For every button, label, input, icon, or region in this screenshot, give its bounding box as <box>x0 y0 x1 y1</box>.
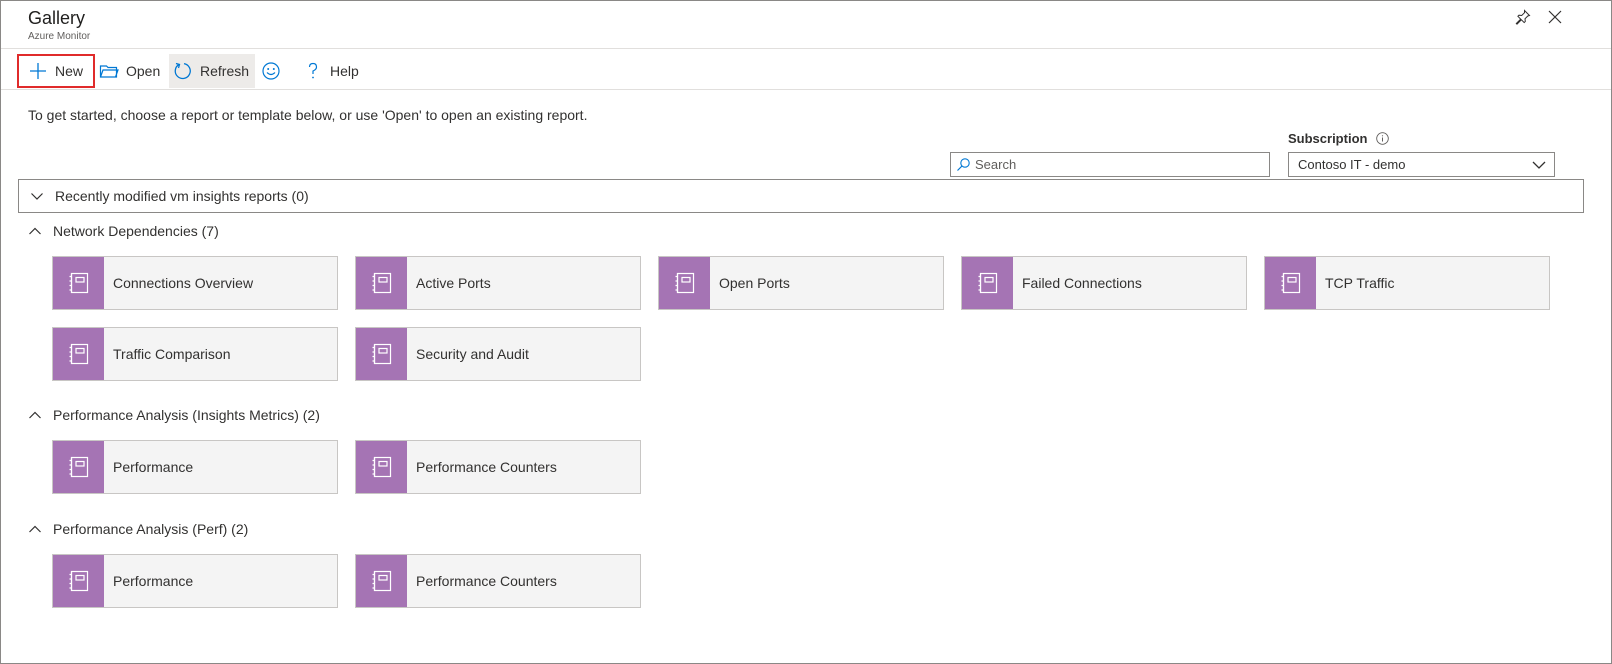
tile-open-ports[interactable]: Open Ports <box>658 256 944 310</box>
open-label: Open <box>126 63 161 79</box>
workbook-icon <box>356 257 407 309</box>
workbook-icon <box>962 257 1013 309</box>
tile-label: Traffic Comparison <box>113 346 231 362</box>
subscription-label: Subscription <box>1288 131 1390 146</box>
tile-label: Performance Counters <box>416 573 557 589</box>
workbook-icon <box>53 328 104 380</box>
chevron-up-icon <box>29 227 41 235</box>
chevron-up-icon <box>29 525 41 533</box>
blade-header: Gallery Azure Monitor <box>1 1 1611 49</box>
workbook-icon <box>1265 257 1316 309</box>
tile-label: Active Ports <box>416 275 491 291</box>
open-button[interactable]: Open <box>99 54 160 88</box>
page-title: Gallery <box>28 8 86 28</box>
smiley-icon <box>261 61 281 81</box>
recent-reports-label: Recently modified vm insights reports (0… <box>55 188 309 204</box>
section-title: Performance Analysis (Perf) (2) <box>53 521 249 537</box>
tile-performance-counters[interactable]: Performance Counters <box>355 554 641 608</box>
subscription-value: Contoso IT - demo <box>1298 157 1406 172</box>
tile-label: TCP Traffic <box>1325 275 1395 291</box>
command-bar: New Open Refresh Help <box>1 50 1611 90</box>
intro-text: To get started, choose a report or templ… <box>28 107 588 123</box>
tile-performance[interactable]: Performance <box>52 554 338 608</box>
chevron-down-icon <box>1532 161 1546 169</box>
refresh-icon <box>173 61 193 81</box>
tile-label: Connections Overview <box>113 275 254 291</box>
section-title: Network Dependencies (7) <box>53 223 219 239</box>
tile-label: Security and Audit <box>416 346 529 362</box>
folder-open-icon <box>99 61 119 81</box>
workbook-icon <box>53 257 104 309</box>
subscription-select[interactable]: Contoso IT - demo <box>1288 152 1555 177</box>
gallery-blade: Gallery Azure Monitor New Open Refresh H… <box>0 0 1612 664</box>
tile-active-ports[interactable]: Active Ports <box>355 256 641 310</box>
search-box[interactable] <box>950 152 1270 177</box>
section-header-performance-insights-metrics[interactable]: Performance Analysis (Insights Metrics) … <box>28 407 320 423</box>
workbook-icon <box>53 555 104 607</box>
refresh-button[interactable]: Refresh <box>169 54 255 88</box>
subscription-label-text: Subscription <box>1288 131 1368 146</box>
section-header-network-dependencies[interactable]: Network Dependencies (7) <box>28 223 219 239</box>
new-label: New <box>55 63 84 79</box>
tile-label: Performance <box>113 573 194 589</box>
workbook-icon <box>53 441 104 493</box>
section-title: Performance Analysis (Insights Metrics) … <box>53 407 320 423</box>
pin-icon[interactable] <box>1515 9 1531 25</box>
help-icon <box>303 61 323 81</box>
refresh-label: Refresh <box>200 63 250 79</box>
tile-label: Performance Counters <box>416 459 557 475</box>
chevron-down-icon <box>31 193 43 200</box>
tile-tcp-traffic[interactable]: TCP Traffic <box>1264 256 1550 310</box>
tile-label: Performance <box>113 459 194 475</box>
plus-icon <box>28 61 48 81</box>
recent-reports-group[interactable]: Recently modified vm insights reports (0… <box>18 179 1584 213</box>
search-icon <box>957 158 970 171</box>
tile-performance[interactable]: Performance <box>52 440 338 494</box>
help-label: Help <box>330 63 359 79</box>
help-button[interactable]: Help <box>303 54 359 88</box>
workbook-icon <box>356 555 407 607</box>
workbook-icon <box>356 441 407 493</box>
page-subtitle: Azure Monitor <box>28 31 91 42</box>
tile-failed-connections[interactable]: Failed Connections <box>961 256 1247 310</box>
workbook-icon <box>356 328 407 380</box>
new-button[interactable]: New <box>17 54 95 88</box>
workbook-icon <box>659 257 710 309</box>
tile-connections-overview[interactable]: Connections Overview <box>52 256 338 310</box>
tile-traffic-comparison[interactable]: Traffic Comparison <box>52 327 338 381</box>
close-icon[interactable] <box>1547 9 1563 25</box>
section-header-performance-perf[interactable]: Performance Analysis (Perf) (2) <box>28 521 248 537</box>
tile-performance-counters[interactable]: Performance Counters <box>355 440 641 494</box>
info-icon[interactable] <box>1376 132 1390 145</box>
chevron-up-icon <box>29 411 41 419</box>
tile-label: Open Ports <box>719 275 790 291</box>
search-input[interactable] <box>975 157 1255 172</box>
tile-label: Failed Connections <box>1022 275 1142 291</box>
tile-security-and-audit[interactable]: Security and Audit <box>355 327 641 381</box>
feedback-button[interactable] <box>261 54 285 88</box>
